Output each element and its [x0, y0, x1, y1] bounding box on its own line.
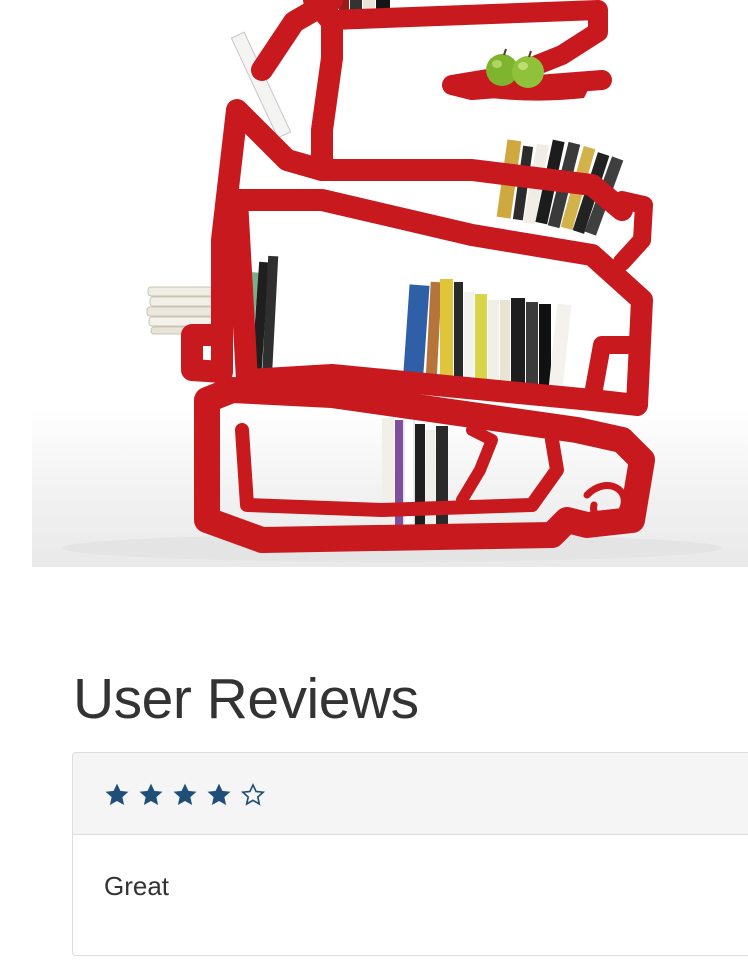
reviews-title: User Reviews	[73, 667, 419, 731]
star-filled-icon	[105, 783, 129, 805]
review-card: Great	[72, 752, 748, 956]
red-bookshelf-illustration	[62, 0, 722, 562]
star-rating	[103, 779, 267, 809]
star-filled-icon	[207, 783, 231, 805]
review-text: Great	[104, 871, 170, 901]
product-image	[32, 0, 748, 567]
product-page: User Reviews Great	[0, 0, 748, 970]
star-filled-icon	[139, 783, 163, 805]
star-empty-icon	[240, 782, 266, 806]
star-filled-icon	[173, 783, 197, 805]
review-rating-header	[73, 753, 748, 835]
